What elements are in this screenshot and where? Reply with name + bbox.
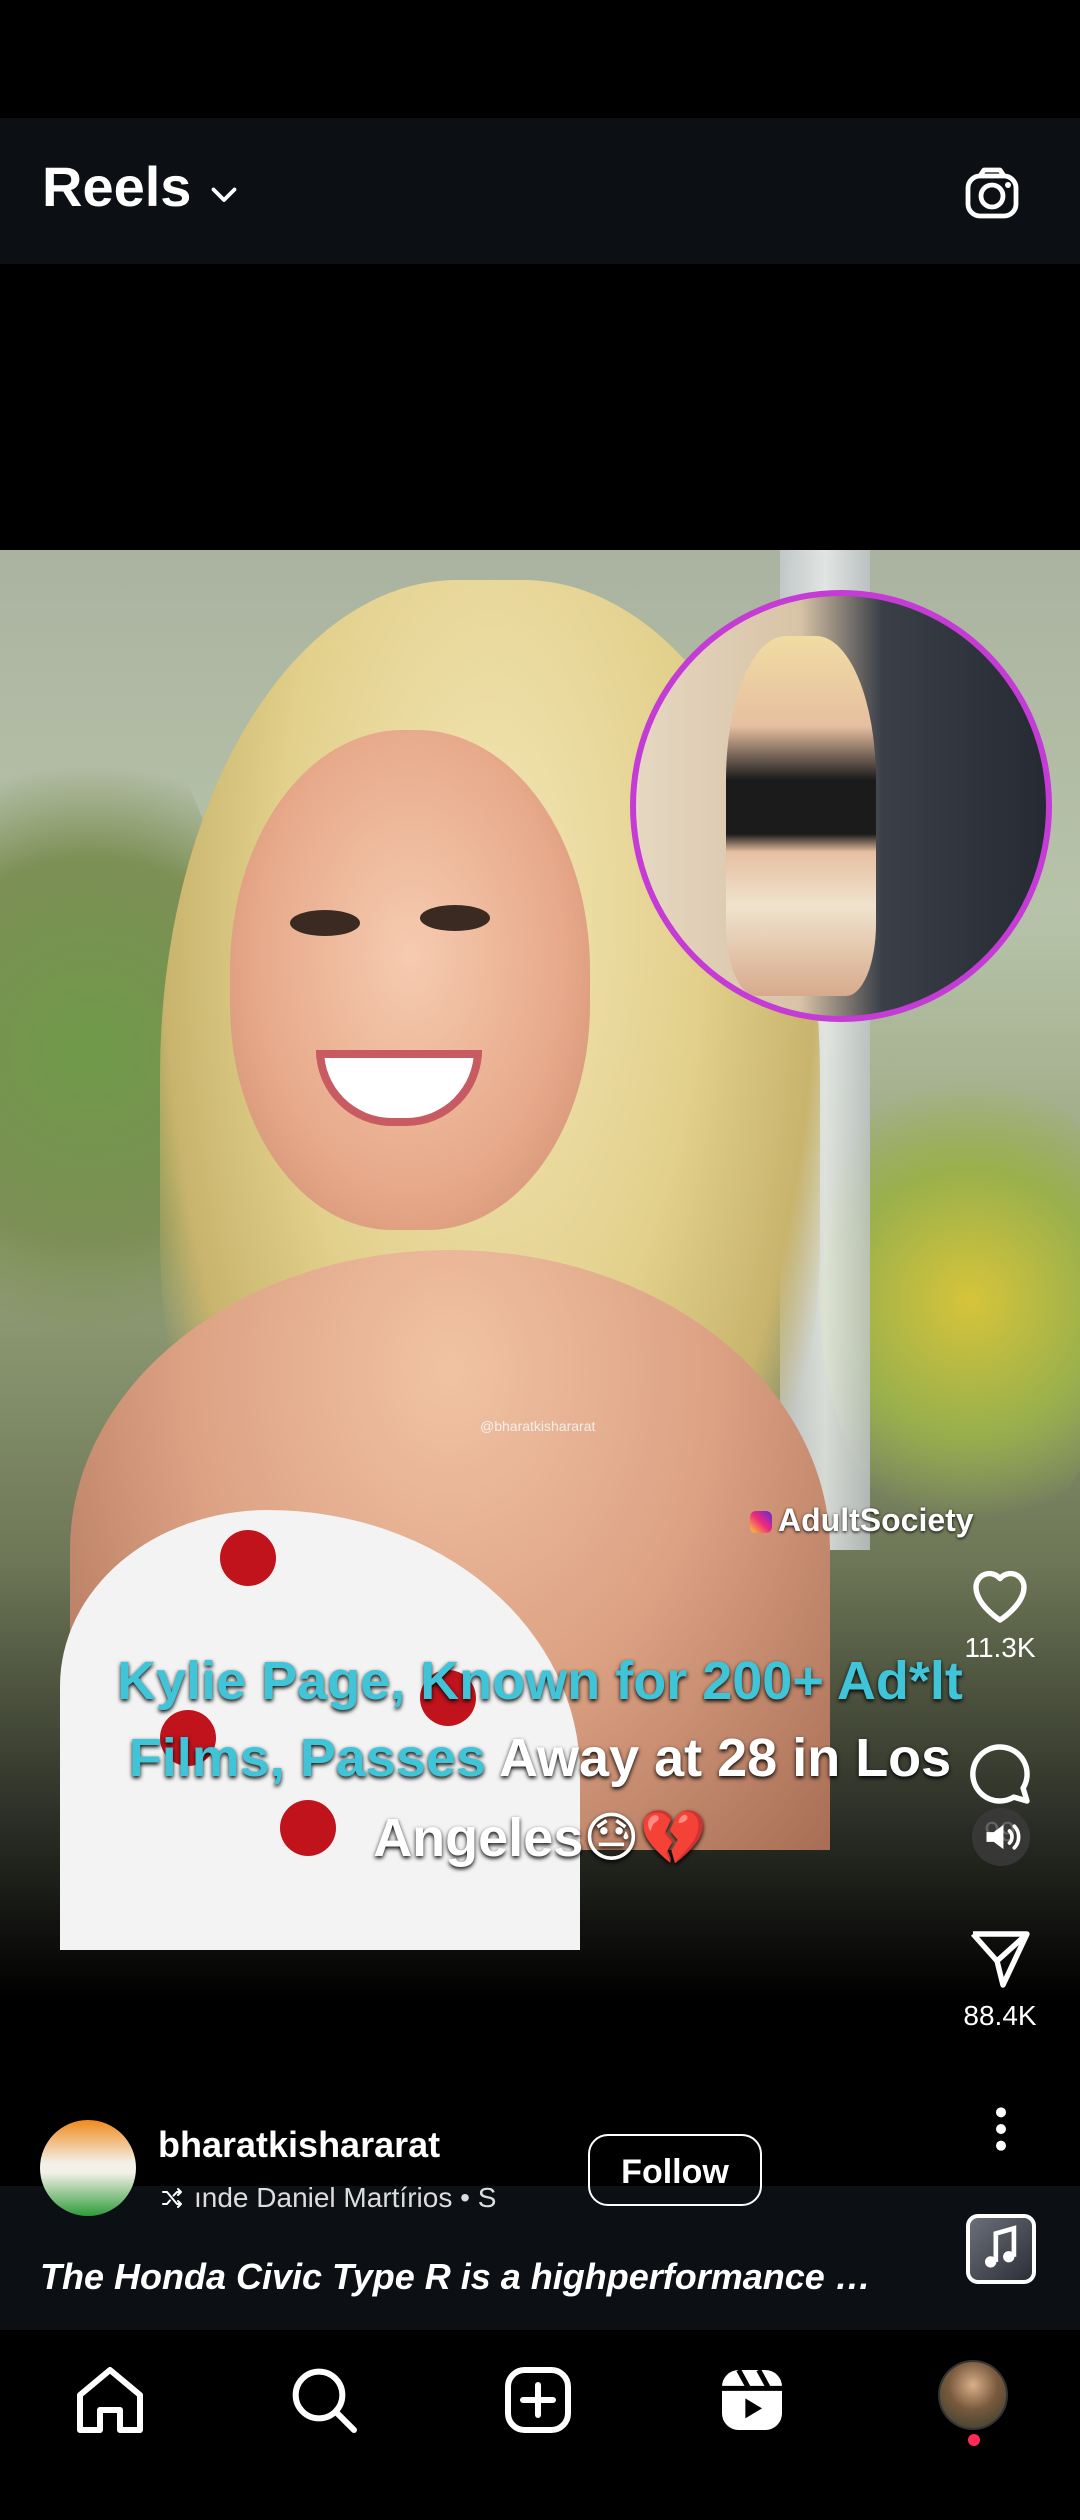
search-icon[interactable] — [284, 2360, 364, 2440]
top-bar: Reels — [0, 118, 1080, 264]
right-eye — [420, 905, 490, 931]
page-title[interactable]: Reels — [42, 154, 191, 219]
caption-text: Films, Passes — [128, 1728, 487, 1788]
follow-button[interactable]: Follow — [588, 2134, 762, 2206]
caption-line-2: Films, Passes Away at 28 in Los — [0, 1727, 1080, 1789]
camera-icon[interactable] — [962, 162, 1026, 226]
status-bar — [0, 0, 1080, 118]
instagram-icon — [750, 1511, 772, 1533]
caption-text: Angeles😓💔 — [373, 1808, 707, 1868]
brand-label: AdultSociety — [778, 1502, 974, 1538]
chevron-down-icon[interactable] — [206, 176, 242, 212]
author-avatar[interactable] — [40, 2120, 136, 2216]
add-post-icon[interactable] — [498, 2360, 578, 2440]
shuffle-icon — [162, 2188, 182, 2208]
video-watermark: @bharatkishararat — [480, 1418, 596, 1434]
music-note-icon — [984, 2225, 1017, 2268]
author-username[interactable]: bharatkishararat — [158, 2124, 440, 2166]
mute-toggle[interactable] — [972, 1808, 1030, 1866]
audio-thumbnail[interactable] — [966, 2214, 1036, 2284]
left-eye — [290, 910, 360, 936]
face — [230, 730, 590, 1230]
caption-text: Kylie Page, Known for 200+ Ad*lt — [117, 1651, 963, 1711]
like-count: 11.3K — [964, 1632, 1036, 1663]
audio-label: ınde Daniel Martírios • S — [194, 2182, 497, 2213]
share-count: 88.4K — [963, 2000, 1037, 2031]
inset-photo — [630, 590, 1052, 1022]
heart-icon — [973, 1570, 1027, 1623]
speaker-icon — [986, 1824, 1021, 1850]
reels-icon[interactable] — [712, 2360, 792, 2440]
more-options-icon[interactable] — [986, 2104, 1016, 2154]
profile-avatar[interactable] — [938, 2360, 1008, 2430]
comment-icon — [970, 1744, 1030, 1804]
caption-line-1: Kylie Page, Known for 200+ Ad*lt — [0, 1650, 1080, 1712]
notification-dot — [968, 2434, 980, 2446]
caption-text: Away at 28 in Los — [486, 1728, 952, 1788]
home-icon[interactable] — [70, 2360, 150, 2440]
dress-cherry — [220, 1530, 276, 1586]
audio-info[interactable]: ınde Daniel Martírios • S — [158, 2182, 558, 2214]
brand-tag: AdultSociety — [750, 1502, 974, 1539]
caption-line-3: Angeles😓💔 — [0, 1806, 1080, 1870]
inset-person — [726, 636, 876, 996]
post-description[interactable]: The Honda Civic Type R is a highperforma… — [40, 2256, 871, 2298]
send-icon — [970, 1931, 1030, 1988]
share-button[interactable]: 88.4K — [940, 1922, 1060, 2032]
like-button[interactable]: 11.3K — [940, 1560, 1060, 1664]
